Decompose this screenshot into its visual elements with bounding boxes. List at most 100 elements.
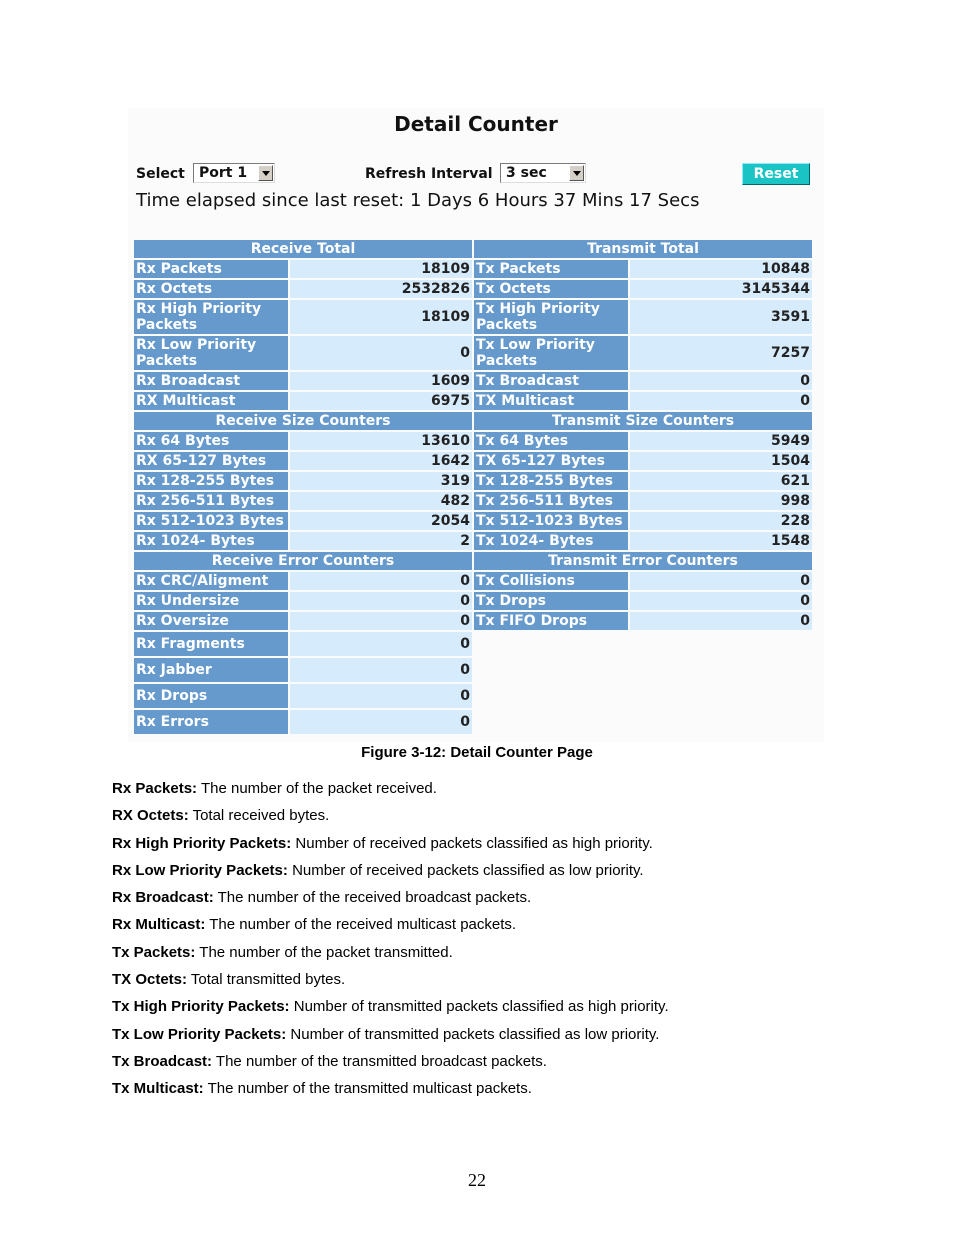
table-row: Rx 256-511 Bytes 482 Tx 256-511 Bytes 998 <box>134 492 812 510</box>
rx-counter-label: Rx 256-511 Bytes <box>134 492 288 510</box>
tx-counter-label: Tx 1024- Bytes <box>474 532 628 550</box>
description-term: Tx Packets: <box>112 943 196 961</box>
tx-counter-label: Tx 64 Bytes <box>474 432 628 450</box>
description-item: Tx Packets: The number of the packet tra… <box>112 944 669 971</box>
description-text: The number of the packet transmitted. <box>195 943 453 961</box>
rx-counter-value: 2 <box>290 532 472 550</box>
tx-counter-value: 1548 <box>630 532 812 550</box>
table-row: RX 65-127 Bytes 1642 TX 65-127 Bytes 1504 <box>134 452 812 470</box>
tx-counter-value: 10848 <box>630 260 812 278</box>
empty-cell <box>474 710 812 734</box>
description-item: Rx Packets: The number of the packet rec… <box>112 780 669 807</box>
table-row: Rx CRC/Aligment 0 Tx Collisions 0 <box>134 572 812 590</box>
table-row: Rx 512-1023 Bytes 2054 Tx 512-1023 Bytes 22… <box>134 512 812 530</box>
rx-counter-label: Rx Octets <box>134 280 288 298</box>
rx-counter-label: Rx High Priority Packets <box>134 300 288 334</box>
page-number: 22 <box>468 1170 486 1190</box>
description-item: Rx Broadcast: The number of the received… <box>112 889 669 916</box>
description-item: Tx Low Priority Packets: Number of trans… <box>112 1026 669 1053</box>
description-item: Rx High Priority Packets: Number of rece… <box>112 835 669 862</box>
table-row: Rx Octets 2532826 Tx Octets 3145344 <box>134 280 812 298</box>
tx-counter-value: 5949 <box>630 432 812 450</box>
tx-counter-label: Tx 128-255 Bytes <box>474 472 628 490</box>
rx-counter-value: 0 <box>290 612 472 630</box>
rx-counter-label: Rx Fragments <box>134 632 288 656</box>
description-item: Rx Low Priority Packets: Number of recei… <box>112 862 669 889</box>
tx-counter-label: Tx FIFO Drops <box>474 612 628 630</box>
table-row: Rx Low Priority Packets 0 Tx Low Priority … <box>134 336 812 370</box>
detail-counter-screenshot: Detail Counter Select Port 1 Refresh Int… <box>128 108 824 742</box>
chevron-down-icon[interactable] <box>569 165 584 181</box>
tx-counter-label: Tx High Priority Packets <box>474 300 628 334</box>
description-term: Rx Broadcast: <box>112 889 214 907</box>
rx-counter-label: RX 65-127 Bytes <box>134 452 288 470</box>
rx-counter-value: 1642 <box>290 452 472 470</box>
table-row: Rx 1024- Bytes 2 Tx 1024- Bytes 1548 <box>134 532 812 550</box>
rx-counter-label: RX Multicast <box>134 392 288 410</box>
description-text: The number of the packet received. <box>197 780 437 797</box>
section-header-tx: Transmit Total <box>474 240 812 258</box>
rx-counter-value: 13610 <box>290 432 472 450</box>
section-header-tx: Transmit Error Counters <box>474 552 812 570</box>
section-header-tx: Transmit Size Counters <box>474 412 812 430</box>
rx-counter-value: 0 <box>290 592 472 610</box>
description-term: Rx Packets: <box>112 780 198 797</box>
tx-counter-label: Tx Collisions <box>474 572 628 590</box>
table-row: Rx Fragments 0 <box>134 632 812 656</box>
rx-counter-label: Rx Packets <box>134 260 288 278</box>
port-select[interactable]: Port 1 <box>193 163 275 183</box>
tx-counter-label: Tx Octets <box>474 280 628 298</box>
elapsed-time: Time elapsed since last reset: 1 Days 6 … <box>136 190 700 211</box>
rx-counter-label: Rx 64 Bytes <box>134 432 288 450</box>
rx-counter-label: Rx Drops <box>134 684 288 708</box>
description-text: The number of the transmitted multicast … <box>203 1080 532 1098</box>
tx-counter-value: 228 <box>630 512 812 530</box>
description-term: Rx Low Priority Packets: <box>112 861 288 879</box>
table-row: Rx Packets 18109 Tx Packets 10848 <box>134 260 812 278</box>
rx-counter-label: Rx Oversize <box>134 612 288 630</box>
rx-counter-value: 482 <box>290 492 472 510</box>
rx-counter-value: 18109 <box>290 260 472 278</box>
empty-cell <box>474 632 812 656</box>
description-item: TX Octets: Total transmitted bytes. <box>112 971 669 998</box>
description-term: TX Octets: <box>112 971 188 989</box>
description-term: Tx High Priority Packets: <box>112 998 290 1016</box>
reset-button[interactable]: Reset <box>742 163 810 185</box>
rx-counter-value: 0 <box>290 336 472 370</box>
description-text: Number of received packets classified as… <box>291 834 653 852</box>
rx-counter-value: 0 <box>290 710 472 734</box>
page-title: Detail Counter <box>394 112 558 136</box>
select-label: Select <box>136 166 185 182</box>
rx-counter-label: Rx Errors <box>134 710 288 734</box>
description-term: Rx Multicast: <box>112 916 206 934</box>
rx-counter-value: 0 <box>290 572 472 590</box>
description-item: Tx Multicast: The number of the transmit… <box>112 1080 669 1107</box>
tx-counter-label: TX 65-127 Bytes <box>474 452 628 470</box>
tx-counter-label: Tx 256-511 Bytes <box>474 492 628 510</box>
description-term: RX Octets: <box>112 807 189 825</box>
refresh-interval-value: 3 sec <box>506 165 547 181</box>
refresh-interval-select[interactable]: 3 sec <box>500 163 586 183</box>
tx-counter-value: 3591 <box>630 300 812 334</box>
rx-counter-value: 319 <box>290 472 472 490</box>
rx-counter-value: 0 <box>290 684 472 708</box>
rx-counter-value: 2054 <box>290 512 472 530</box>
tx-counter-label: Tx Broadcast <box>474 372 628 390</box>
tx-counter-value: 0 <box>630 392 812 410</box>
rx-counter-label: Rx Low Priority Packets <box>134 336 288 370</box>
table-row: Rx Jabber 0 <box>134 658 812 682</box>
tx-counter-label: Tx Low Priority Packets <box>474 336 628 370</box>
tx-counter-value: 998 <box>630 492 812 510</box>
table-row: Rx Drops 0 <box>134 684 812 708</box>
rx-counter-value: 0 <box>290 658 472 682</box>
refresh-interval-label: Refresh Interval <box>365 166 493 182</box>
description-item: Tx Broadcast: The number of the transmit… <box>112 1053 669 1080</box>
chevron-down-icon[interactable] <box>258 165 273 181</box>
tx-counter-value: 0 <box>630 572 812 590</box>
rx-counter-value: 2532826 <box>290 280 472 298</box>
rx-counter-label: Rx 1024- Bytes <box>134 532 288 550</box>
description-term: Tx Broadcast: <box>112 1052 213 1070</box>
counter-table: Receive Total Transmit Total Rx Packets 181… <box>132 238 814 736</box>
description-term: Tx Low Priority Packets: <box>112 1025 287 1043</box>
empty-cell <box>474 658 812 682</box>
